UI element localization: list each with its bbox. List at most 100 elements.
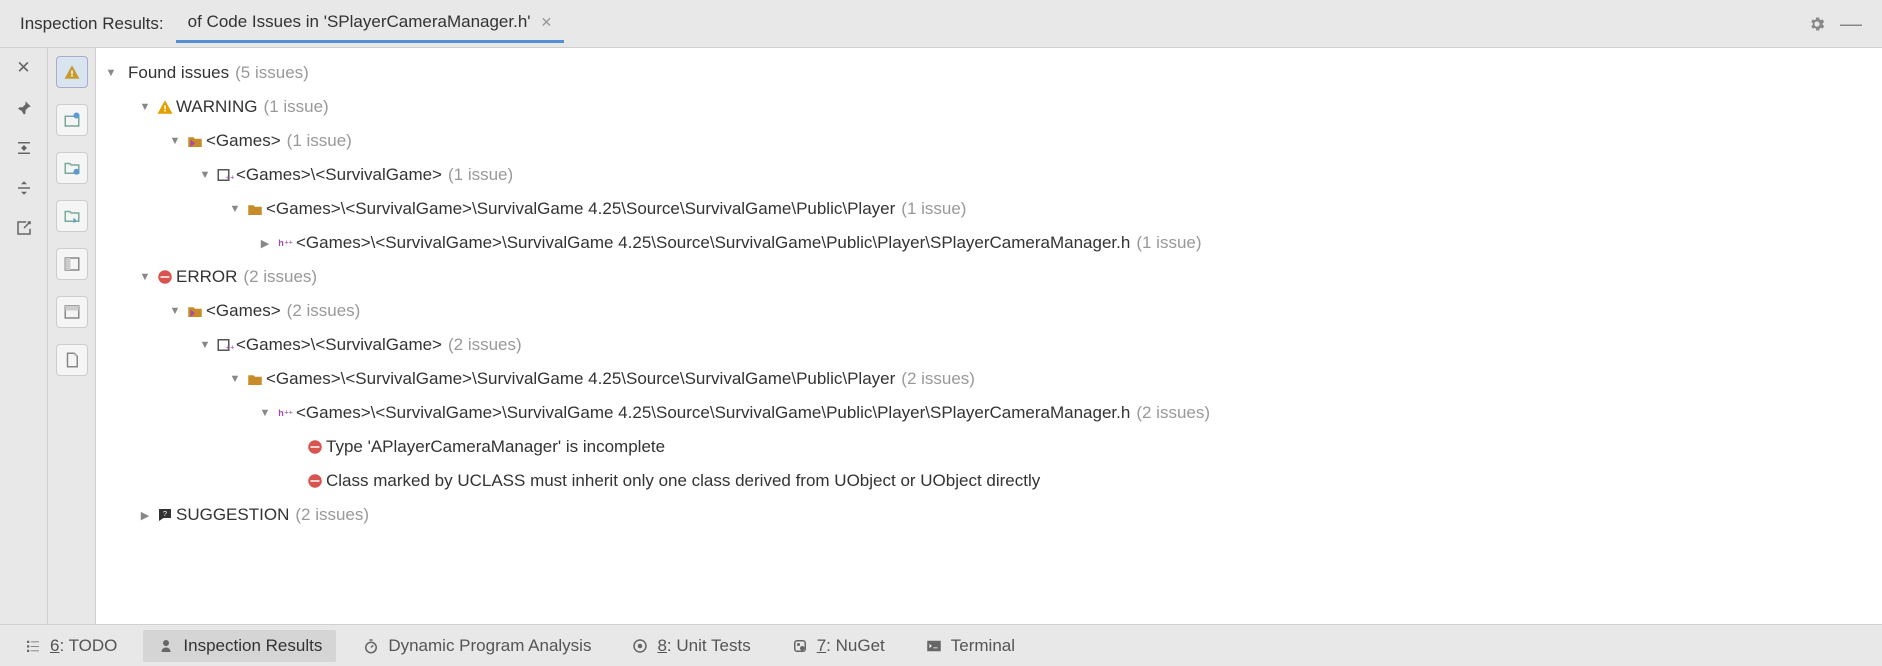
error-icon: [154, 268, 176, 286]
footer-btn-terminal[interactable]: Terminal: [911, 630, 1029, 662]
footer-label: Inspection Results: [183, 636, 322, 656]
tree-label: <Games>\<SurvivalGame>\SurvivalGame 4.25…: [296, 403, 1130, 423]
group-by-category-icon[interactable]: [56, 104, 88, 136]
project-icon: [184, 302, 206, 320]
root-count: (5 issues): [235, 63, 309, 83]
tree-label: <Games>: [206, 301, 281, 321]
svg-text:?: ?: [163, 509, 167, 518]
expand-all-icon[interactable]: [10, 136, 38, 160]
inspection-header: Inspection Results: of Code Issues in 'S…: [0, 0, 1882, 48]
inspect-icon: [157, 637, 175, 655]
footer-btn-todo[interactable]: 6: TODO: [10, 630, 131, 662]
tree-label: ERROR: [176, 267, 237, 287]
layout-2-icon[interactable]: [56, 296, 88, 328]
tree-row[interactable]: ▼ <Games> (1 issue): [102, 124, 1882, 158]
tree-label: SUGGESTION: [176, 505, 289, 525]
chevron-down-icon[interactable]: ▼: [136, 271, 154, 283]
tree-count: (1 issue): [901, 199, 966, 219]
tree-row[interactable]: ▼ <Games>\<SurvivalGame>\SurvivalGame 4.2…: [102, 362, 1882, 396]
tree-count: (1 issue): [448, 165, 513, 185]
chevron-down-icon[interactable]: ▼: [136, 101, 154, 113]
tab-title: of Code Issues in 'SPlayerCameraManager.…: [188, 12, 531, 32]
tree-row[interactable]: ▼<Games>(2 issues): [102, 294, 1882, 328]
tree-label: <Games>\<SurvivalGame>\SurvivalGame 4.25…: [266, 199, 895, 219]
footer-btn-stopwatch[interactable]: Dynamic Program Analysis: [348, 630, 605, 662]
footer-btn-inspect[interactable]: Inspection Results: [143, 630, 336, 662]
group-by-severity-icon[interactable]: [56, 56, 88, 88]
gear-icon[interactable]: [1808, 15, 1826, 33]
chevron-down-icon[interactable]: ▼: [196, 339, 214, 351]
tree-row[interactable]: ▶? SUGGESTION (2 issues): [102, 498, 1882, 532]
error-icon: [304, 472, 326, 490]
results-tab[interactable]: of Code Issues in 'SPlayerCameraManager.…: [176, 4, 565, 43]
tree-count: (2 issues): [901, 369, 975, 389]
header-label: Inspection Results:: [20, 14, 164, 34]
tree-count: (1 issue): [287, 131, 352, 151]
bottom-toolbar: 6: TODO Inspection Results Dynamic Program…: [0, 624, 1882, 666]
chevron-down-icon[interactable]: ▼: [102, 67, 120, 79]
footer-btn-nuget[interactable]: 7: NuGet: [777, 630, 899, 662]
cpp-module-icon: ++: [214, 166, 236, 184]
tree-row[interactable]: ▼WARNING(1 issue): [102, 90, 1882, 124]
tree-count: (1 issue): [1136, 233, 1201, 253]
tree-root[interactable]: ▼ Found issues (5 issues): [102, 56, 1882, 90]
footer-mnemonic: 7: [817, 636, 826, 655]
chevron-right-icon[interactable]: ▶: [256, 237, 274, 250]
tree-label: Class marked by UCLASS must inherit only…: [326, 471, 1040, 491]
tree-label: Type 'APlayerCameraManager' is incomplet…: [326, 437, 665, 457]
tree-count: (2 issues): [1136, 403, 1210, 423]
footer-btn-tests[interactable]: 8: Unit Tests: [617, 630, 764, 662]
tree-count: (2 issues): [243, 267, 317, 287]
tree-count: (1 issue): [264, 97, 329, 117]
layout-1-icon[interactable]: [56, 248, 88, 280]
grouping-rail: [48, 48, 96, 624]
footer-label: Dynamic Program Analysis: [388, 636, 591, 656]
collapse-all-icon[interactable]: [10, 176, 38, 200]
svg-text:h: h: [278, 238, 284, 248]
group-by-directory-icon[interactable]: [56, 152, 88, 184]
footer-label: : Unit Tests: [667, 636, 751, 655]
chevron-down-icon[interactable]: ▼: [196, 169, 214, 181]
export-icon[interactable]: [10, 216, 38, 240]
tree-count: (2 issues): [295, 505, 369, 525]
stopwatch-icon: [362, 637, 380, 655]
svg-text:h: h: [278, 408, 284, 418]
hpp-file-icon: h++: [274, 404, 296, 422]
tree-row[interactable]: ▼ ERROR (2 issues): [102, 260, 1882, 294]
nuget-icon: [791, 637, 809, 655]
chevron-down-icon[interactable]: ▼: [166, 135, 184, 147]
tree-row[interactable]: ▼ ++<Games>\<SurvivalGame> (2 issues): [102, 328, 1882, 362]
issues-tree[interactable]: ▼ Found issues (5 issues) ▼WARNING(1 iss…: [96, 48, 1882, 624]
todo-icon: [24, 637, 42, 655]
tree-label: <Games>\<SurvivalGame>\SurvivalGame 4.25…: [296, 233, 1130, 253]
tool-rail-left: ✕: [0, 48, 48, 624]
tree-label: <Games>: [206, 131, 281, 151]
chevron-down-icon[interactable]: ▼: [256, 407, 274, 419]
footer-label: : TODO: [59, 636, 117, 655]
tree-row[interactable]: ▼h++<Games>\<SurvivalGame>\SurvivalGame …: [102, 396, 1882, 430]
chevron-down-icon[interactable]: ▼: [166, 305, 184, 317]
tree-row[interactable]: ▼ <Games>\<SurvivalGame>\SurvivalGame 4.2…: [102, 192, 1882, 226]
terminal-icon: [925, 637, 943, 655]
footer-label: Terminal: [951, 636, 1015, 656]
file-icon[interactable]: [56, 344, 88, 376]
folder-icon: [244, 200, 266, 218]
group-by-file-icon[interactable]: [56, 200, 88, 232]
chevron-right-icon[interactable]: ▶: [136, 509, 154, 522]
folder-icon: [244, 370, 266, 388]
tree-row[interactable]: Class marked by UCLASS must inherit only…: [102, 464, 1882, 498]
chevron-down-icon[interactable]: ▼: [226, 373, 244, 385]
svg-text:++: ++: [226, 343, 234, 352]
tree-row[interactable]: ▶h++<Games>\<SurvivalGame>\SurvivalGame …: [102, 226, 1882, 260]
chevron-down-icon[interactable]: ▼: [226, 203, 244, 215]
close-icon[interactable]: ✕: [10, 56, 38, 80]
tree-label: <Games>\<SurvivalGame>: [236, 335, 442, 355]
tree-row[interactable]: Type 'APlayerCameraManager' is incomplet…: [102, 430, 1882, 464]
tree-count: (2 issues): [448, 335, 522, 355]
pin-icon[interactable]: [10, 96, 38, 120]
tree-row[interactable]: ▼++<Games>\<SurvivalGame>(1 issue): [102, 158, 1882, 192]
tree-label: <Games>\<SurvivalGame>\SurvivalGame 4.25…: [266, 369, 895, 389]
footer-label: : NuGet: [826, 636, 885, 655]
close-icon[interactable]: ✕: [541, 14, 553, 31]
root-label: Found issues: [128, 63, 229, 83]
